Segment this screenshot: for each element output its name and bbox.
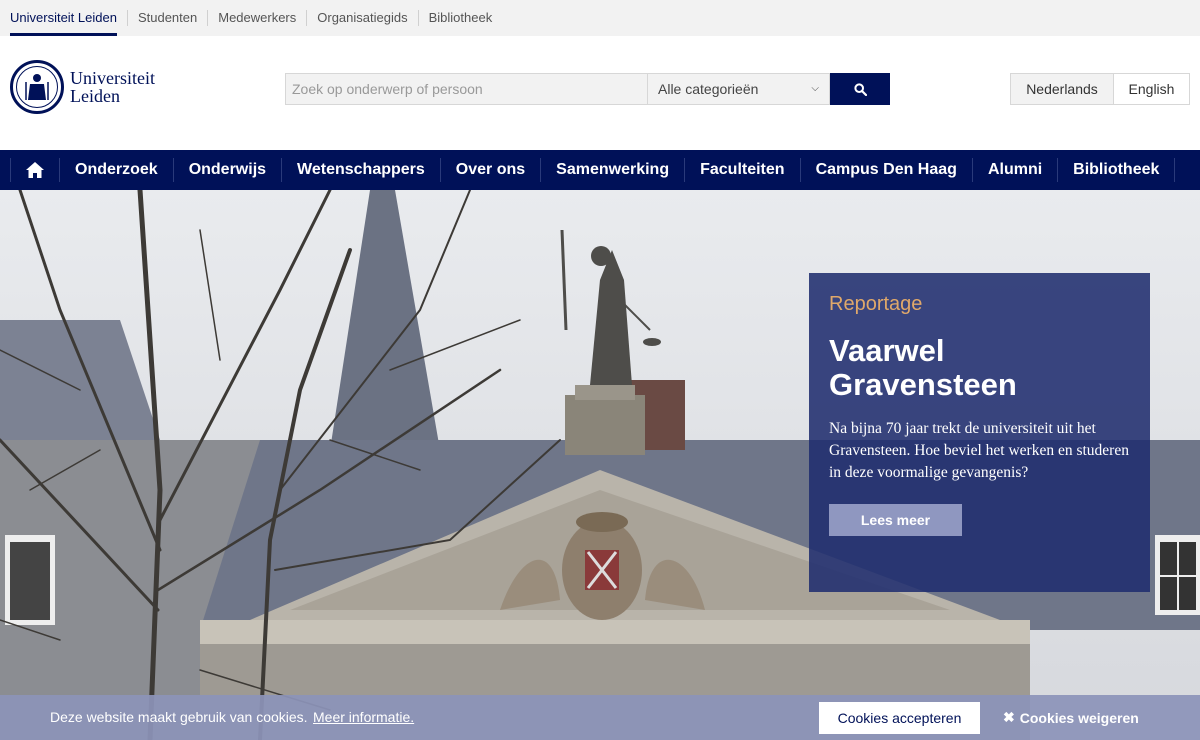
search-button[interactable] [830,73,890,105]
university-logo[interactable]: Universiteit Leiden [10,60,155,114]
home-icon [26,162,44,178]
reject-cookies-label: Cookies weigeren [1019,709,1139,726]
nav-item-onderwijs[interactable]: Onderwijs [172,158,281,182]
nav-item-faculteiten[interactable]: Faculteiten [684,158,799,182]
language-nederlands[interactable]: Nederlands [1010,73,1114,105]
search-icon [853,82,867,96]
logo-line-2: Leiden [70,86,120,106]
nav-item-onderzoek[interactable]: Onderzoek [59,158,173,182]
nav-item-wetenschappers[interactable]: Wetenschappers [281,158,440,182]
close-icon: ✖ [1003,709,1015,725]
reject-cookies-button[interactable]: ✖ Cookies weigeren [1003,709,1139,726]
language-english[interactable]: English [1114,73,1190,105]
cookie-more-info-link[interactable]: Meer informatie. [313,709,414,725]
logo-line-1: Universiteit [70,68,155,88]
cookie-banner: Deze website maakt gebruik van cookies. … [0,695,1200,740]
utility-link-medewerkers[interactable]: Medewerkers [207,10,306,26]
main-navigation: Onderzoek Onderwijs Wetenschappers Over … [0,150,1200,190]
nav-item-campus-den-haag[interactable]: Campus Den Haag [799,158,972,182]
search-input[interactable]: Zoek op onderwerp of persoon [285,73,648,105]
utility-link-studenten[interactable]: Studenten [126,10,207,26]
site-header: Universiteit Leiden Zoek op onderwerp of… [0,36,1200,150]
logo-wordmark: Universiteit Leiden [70,69,155,105]
feature-title-line-2: Gravensteen [829,367,1017,402]
nav-item-samenwerking[interactable]: Samenwerking [540,158,684,182]
nav-item-bibliotheek[interactable]: Bibliotheek [1057,158,1176,182]
category-select[interactable]: Alle categorieën ⌵ [648,73,830,105]
university-seal-icon [10,60,64,114]
language-switcher: Nederlands English [1010,73,1190,105]
top-utility-bar: Universiteit Leiden Studenten Medewerker… [0,0,1200,36]
feature-description: Na bijna 70 jaar trekt de universiteit u… [829,420,1129,481]
search-form: Zoek op onderwerp of persoon Alle catego… [285,73,890,105]
utility-links: Universiteit Leiden Studenten Medewerker… [0,0,1200,36]
nav-item-alumni[interactable]: Alumni [971,158,1057,182]
read-more-button[interactable]: Lees meer [829,504,962,536]
chevron-down-icon: ⌵ [811,83,819,94]
utility-link-organisatiegids[interactable]: Organisatiegids [306,10,417,26]
accept-cookies-button[interactable]: Cookies accepteren [819,702,980,734]
feature-card: Reportage Vaarwel Gravensteen Na bijna 7… [809,273,1150,592]
feature-title-line-1: Vaarwel [829,333,945,368]
feature-kicker: Reportage [829,293,923,315]
cookie-message: Deze website maakt gebruik van cookies. [50,709,308,725]
category-select-value: Alle categorieën [658,81,759,97]
nav-item-over-ons[interactable]: Over ons [439,158,540,182]
utility-link-universiteit-leiden[interactable]: Universiteit Leiden [10,10,127,36]
nav-home[interactable] [10,158,59,182]
utility-link-bibliotheek[interactable]: Bibliotheek [417,10,503,26]
feature-title[interactable]: Vaarwel Gravensteen [829,334,1130,402]
